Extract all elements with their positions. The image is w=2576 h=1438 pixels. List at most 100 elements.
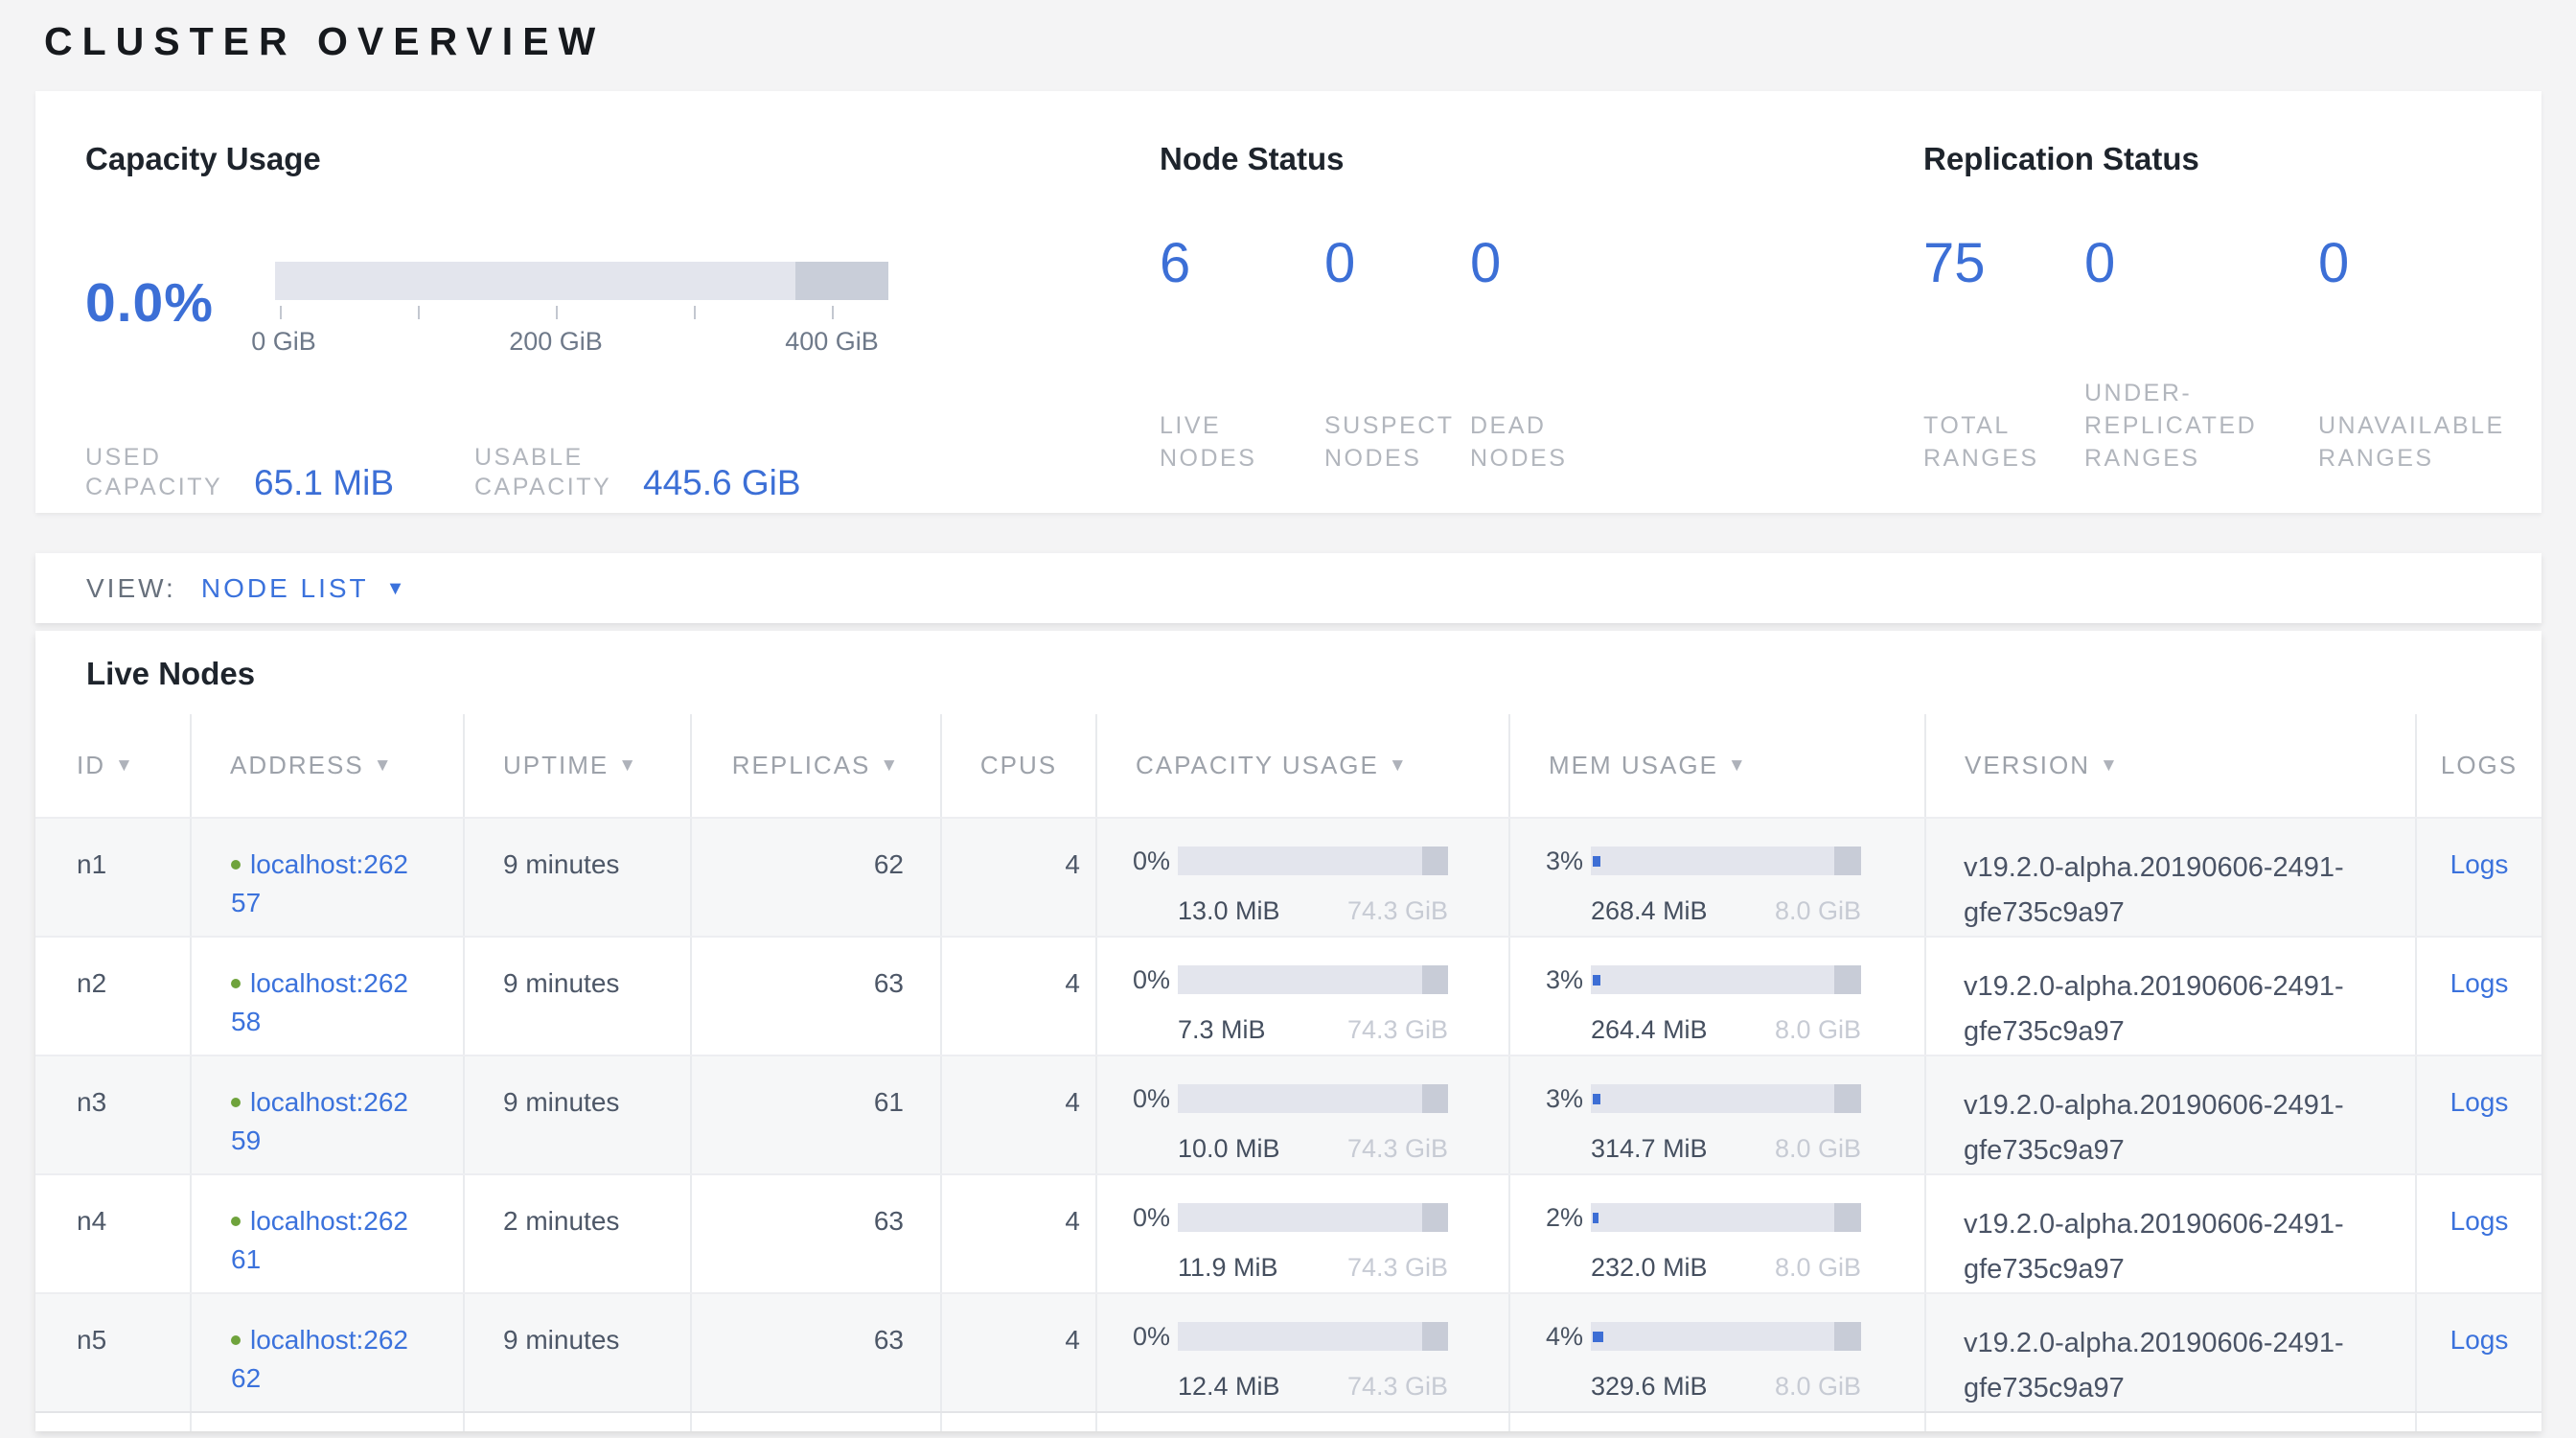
mem-usage-cell: 2%232.0 MiB8.0 GiB — [1508, 1175, 1924, 1292]
node-address-cell: localhost:26258 — [190, 938, 463, 1055]
table-row: n1localhost:262579 minutes6240%13.0 MiB7… — [35, 817, 2542, 936]
capacity-usage-bar-track — [1178, 847, 1448, 875]
mem-usage-bar-fill — [1593, 1213, 1598, 1223]
logs-link[interactable]: Logs — [2450, 1087, 2509, 1117]
axis-tick — [556, 306, 558, 319]
mem-used-value: 232.0 MiB — [1591, 1248, 1708, 1287]
cluster-summary-panel: Capacity Usage 0.0% 0 GiB — [35, 91, 2542, 513]
mem-usage-percent: 3% — [1537, 842, 1583, 880]
mem-usage-percent: 2% — [1537, 1198, 1583, 1237]
capacity-max-value: 74.3 GiB — [1347, 1367, 1448, 1405]
mem-usage-values: 268.4 MiB 8.0 GiB — [1591, 892, 1861, 930]
column-header-address[interactable]: ADDRESS▼ — [190, 714, 463, 817]
version-text: v19.2.0-alpha.20190606-2491-gfe735c9a97 — [1964, 1083, 2390, 1173]
logs-link[interactable]: Logs — [2450, 1206, 2509, 1236]
mem-usage-bar-track — [1591, 847, 1861, 875]
capacity-usage-meter: 0% — [1124, 1317, 1508, 1356]
mem-usage-bar-reserved-segment — [1834, 1084, 1861, 1113]
mem-usage-meter: 3% — [1537, 842, 1924, 880]
node-address-cell: localhost:26259 — [190, 1056, 463, 1173]
capacity-max-value: 74.3 GiB — [1347, 1129, 1448, 1168]
logs-link[interactable]: Logs — [2450, 1325, 2509, 1355]
stat-label: UNDER-REPLICATED RANGES — [2084, 377, 2281, 475]
logs-cell: Logs — [2415, 938, 2542, 1055]
capacity-used-value: 11.9 MiB — [1178, 1248, 1278, 1287]
cpus-cell: 4 — [940, 1294, 1095, 1411]
logs-link[interactable]: Logs — [2450, 849, 2509, 879]
node-address-cell: localhost:26262 — [190, 1294, 463, 1411]
mem-max-value: 8.0 GiB — [1775, 892, 1861, 930]
mem-used-value: 268.4 MiB — [1591, 892, 1708, 930]
column-header-uptime[interactable]: UPTIME▼ — [463, 714, 690, 817]
mem-usage-bar-reserved-segment — [1834, 1322, 1861, 1351]
mem-usage-bar-reserved-segment — [1834, 1203, 1861, 1232]
replicas-cell: 63 — [690, 938, 940, 1055]
version-cell: v19.2.0-alpha.20190606-2491-gfe735c9a97 — [1924, 1175, 2415, 1292]
view-mode-selected: NODE LIST — [201, 573, 369, 604]
capacity-max-value: 74.3 GiB — [1347, 892, 1448, 930]
mem-usage-values: 314.7 MiB8.0 GiB — [1591, 1129, 1861, 1168]
node-status-section: Node Status 6LIVE NODES0SUSPECT NODES0DE… — [1160, 141, 1623, 475]
chevron-down-icon: ▼ — [386, 578, 405, 600]
version-cell: v19.2.0-alpha.20190606-2491-gfe735c9a97 — [1924, 1294, 2415, 1411]
column-header-replicas[interactable]: REPLICAS▼ — [690, 714, 940, 817]
mem-usage-bar-track — [1591, 1203, 1861, 1232]
column-header-version[interactable]: VERSION▼ — [1924, 714, 2415, 817]
axis-tick — [694, 306, 696, 319]
capacity-axis-ticks — [275, 306, 888, 321]
axis-label: 200 GiB — [509, 327, 603, 357]
capacity-axis-labels: 0 GiB 200 GiB 400 GiB — [275, 327, 888, 356]
view-bar: VIEW: NODE LIST ▼ — [35, 553, 2542, 623]
column-header-label: LOGS — [2441, 751, 2518, 780]
table-row: n4localhost:262612 minutes6340%11.9 MiB7… — [35, 1173, 2542, 1292]
column-header-id[interactable]: ID▼ — [35, 714, 190, 817]
stat-label: SUSPECT NODES — [1324, 409, 1460, 475]
version-text: v19.2.0-alpha.20190606-2491-gfe735c9a97 — [1964, 964, 2390, 1055]
replicas-cell: 63 — [690, 1175, 940, 1292]
capacity-usage-meter: 0% — [1124, 1198, 1508, 1237]
replicas-cell: 63 — [690, 1294, 940, 1411]
sort-arrow-icon: ▼ — [618, 755, 638, 777]
table-row: n3localhost:262599 minutes6140%10.0 MiB7… — [35, 1055, 2542, 1173]
node-address-link[interactable]: localhost:26262 — [231, 1325, 408, 1393]
stat-label: LIVE NODES — [1160, 409, 1296, 475]
table-header-row: ID▼ADDRESS▼UPTIME▼REPLICAS▼CPUSCAPACITY … — [35, 714, 2542, 817]
cpus-cell: 4 — [940, 938, 1095, 1055]
capacity-usage-values: 7.3 MiB74.3 GiB — [1178, 1010, 1448, 1049]
view-mode-dropdown[interactable]: NODE LIST ▼ — [201, 573, 405, 604]
column-header-label: REPLICAS — [732, 751, 871, 780]
mem-used-value: 314.7 MiB — [1591, 1129, 1708, 1168]
capacity-usage-bar-track — [1178, 1084, 1448, 1113]
column-header-label: MEM USAGE — [1549, 751, 1718, 780]
live-status-dot-icon — [231, 1098, 241, 1107]
column-header-capacity-usage[interactable]: CAPACITY USAGE▼ — [1095, 714, 1508, 817]
node-address-link[interactable]: localhost:26261 — [231, 1206, 408, 1274]
version-text: v19.2.0-alpha.20190606-2491-gfe735c9a97 — [1964, 1321, 2390, 1411]
version-text: v19.2.0-alpha.20190606-2491-gfe735c9a97 — [1964, 846, 2390, 936]
stat-value: 75 — [1923, 235, 2084, 293]
replicas-cell: 62 — [690, 819, 940, 936]
usable-capacity-label: USABLE CAPACITY — [474, 443, 630, 502]
node-address-link[interactable]: localhost:26257 — [231, 849, 408, 917]
column-header-mem-usage[interactable]: MEM USAGE▼ — [1508, 714, 1924, 817]
replicas-cell: 61 — [690, 1056, 940, 1173]
mem-usage-bar-fill — [1593, 856, 1600, 867]
stat-label: UNAVAILABLE RANGES — [2318, 409, 2529, 475]
summary-stat: 75TOTAL RANGES — [1923, 235, 2084, 475]
mem-usage-meter: 3% — [1537, 1079, 1924, 1118]
live-nodes-title: Live Nodes — [86, 656, 2542, 692]
table-row: n2localhost:262589 minutes6340%7.3 MiB74… — [35, 936, 2542, 1055]
capacity-used-value: 12.4 MiB — [1178, 1367, 1280, 1405]
live-status-dot-icon — [231, 1217, 241, 1226]
table-row-partial — [35, 1411, 2542, 1431]
node-address: localhost:26259 — [231, 1083, 413, 1160]
uptime-cell: 9 minutes — [463, 1294, 690, 1411]
capacity-usage-values: 11.9 MiB74.3 GiB — [1178, 1248, 1448, 1287]
capacity-used-percent: 0.0% — [85, 271, 214, 335]
live-status-dot-icon — [231, 1335, 241, 1345]
node-address-link[interactable]: localhost:26259 — [231, 1087, 408, 1155]
node-address-link[interactable]: localhost:26258 — [231, 968, 408, 1036]
column-header-cpus: CPUS — [940, 714, 1095, 817]
column-header-label: CPUS — [980, 751, 1057, 780]
logs-link[interactable]: Logs — [2450, 968, 2509, 998]
